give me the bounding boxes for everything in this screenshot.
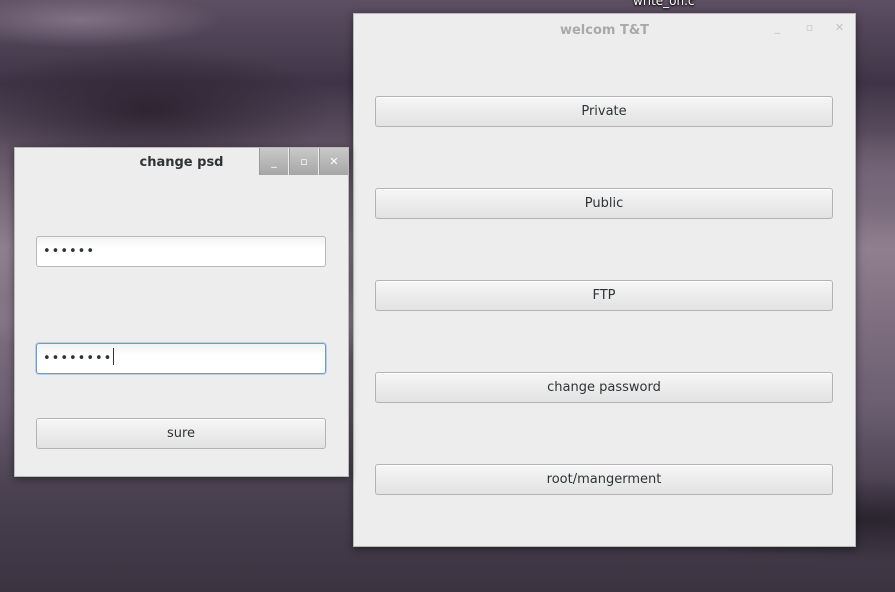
text-cursor <box>113 348 115 365</box>
main-window: welcom T&T _ ▫ ✕ Private Public FTP chan… <box>353 13 856 547</box>
minimize-icon[interactable]: _ <box>259 148 288 175</box>
desktop-file-label[interactable]: write_on.c <box>633 0 695 8</box>
password-field-new[interactable]: •••••••• <box>36 343 326 374</box>
close-icon[interactable]: ✕ <box>825 14 854 41</box>
maximize-icon[interactable]: ▫ <box>795 14 824 41</box>
change-password-titlebar[interactable]: change psd _ ▫ ✕ <box>15 148 348 180</box>
password-field-current-value: •••••• <box>43 244 96 259</box>
password-field-new-value: •••••••• <box>43 351 113 366</box>
private-button[interactable]: Private <box>375 96 833 127</box>
main-window-titlebar[interactable]: welcom T&T _ ▫ ✕ <box>354 14 855 46</box>
close-icon[interactable]: ✕ <box>319 148 348 175</box>
ftp-button[interactable]: FTP <box>375 280 833 311</box>
minimize-icon[interactable]: _ <box>763 14 792 41</box>
root-management-button[interactable]: root/mangerment <box>375 464 833 495</box>
change-password-window: change psd _ ▫ ✕ •••••• •••••••• sure <box>14 147 349 477</box>
password-field-current[interactable]: •••••• <box>36 236 326 267</box>
public-button[interactable]: Public <box>375 188 833 219</box>
maximize-icon[interactable]: ▫ <box>289 148 318 175</box>
sure-button[interactable]: sure <box>36 418 326 449</box>
change-password-button[interactable]: change password <box>375 372 833 403</box>
